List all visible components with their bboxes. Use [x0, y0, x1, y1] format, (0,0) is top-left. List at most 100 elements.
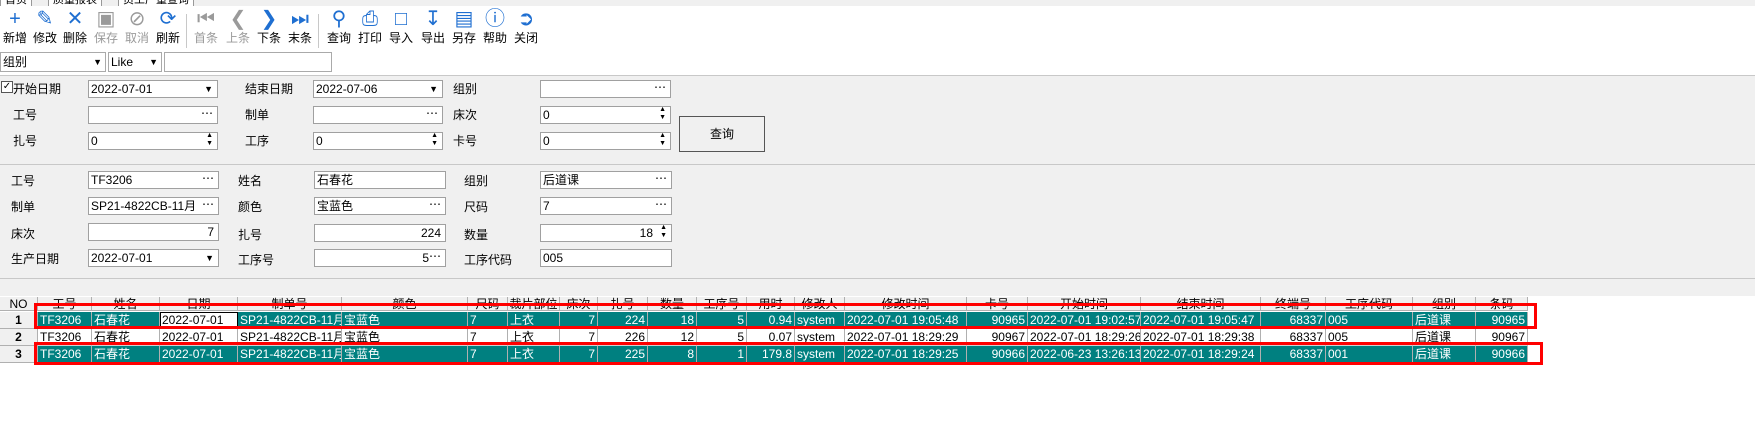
highlight-box: [34, 342, 1543, 365]
detail-size-label: 尺码: [464, 200, 489, 214]
ellipsis-icon[interactable]: ⋯: [429, 250, 441, 264]
export-button[interactable]: ↧ 导出: [418, 8, 448, 50]
ellipsis-icon[interactable]: ⋯: [202, 198, 214, 212]
first-record-icon: ⏮: [197, 8, 215, 30]
chevron-down-icon: ▼: [93, 57, 102, 67]
export-icon: ↧: [424, 8, 442, 30]
save-as-icon: ▤: [454, 8, 474, 30]
filter-operator-select[interactable]: Like ▼: [108, 52, 162, 72]
column-header[interactable]: NO: [0, 297, 38, 311]
detail-date-picker[interactable]: 2022-07-01 ▼: [88, 249, 219, 267]
save-button[interactable]: ▣ 保存: [91, 8, 121, 50]
spin-arrows-icon[interactable]: ▲ ▼: [659, 133, 666, 148]
process-stepper[interactable]: 0 ▲ ▼: [313, 132, 443, 150]
start-date-picker[interactable]: 2022-07-01 ▼: [88, 80, 218, 98]
detail-process-code-label: 工序代码: [464, 253, 513, 267]
ellipsis-icon[interactable]: ⋯: [655, 198, 667, 212]
print-icon: ⎙: [362, 8, 378, 30]
detail-group-lookup[interactable]: 后道课 ⋯: [540, 171, 672, 189]
toolbar-separator: [318, 14, 319, 48]
query-button[interactable]: 查询: [679, 116, 765, 152]
ellipsis-icon[interactable]: ⋯: [201, 107, 213, 121]
next-record-button[interactable]: ❯ 下条: [254, 8, 284, 50]
last-record-button[interactable]: ⏭ 末条: [285, 8, 315, 50]
detail-qty-label: 数量: [464, 228, 489, 242]
bundle-stepper[interactable]: 0 ▲ ▼: [88, 132, 218, 150]
data-grid[interactable]: NO 工号 姓名 日期 制单号 颜色 尺码 裁片部位 床次 扎号 数量 工序号 用时 修改人 修改时间 卡号开…: [0, 297, 1755, 433]
ellipsis-icon[interactable]: ⋯: [655, 172, 667, 186]
card-stepper[interactable]: 0 ▲ ▼: [540, 132, 671, 150]
edit-icon: ✎: [36, 8, 54, 30]
row-number[interactable]: 3: [0, 346, 38, 363]
cancel-button[interactable]: ⊘ 取消: [122, 8, 152, 50]
detail-process-no-lookup[interactable]: 5 ⋯: [314, 249, 446, 267]
toolbar-separator: [186, 14, 187, 48]
edit-button[interactable]: ✎ 修改: [30, 8, 60, 50]
end-date-label: 结束日期: [245, 82, 294, 96]
group-lookup[interactable]: ⋯: [540, 80, 671, 98]
ellipsis-icon[interactable]: ⋯: [429, 198, 441, 212]
chevron-down-icon: ▼: [205, 253, 214, 263]
worker-label: 工号: [13, 108, 38, 122]
detail-order-lookup[interactable]: SP21-4822CB-11月 ⋯: [88, 197, 219, 215]
close-icon: ➲: [517, 8, 535, 30]
start-date-checkbox[interactable]: ✓: [1, 81, 13, 93]
refresh-icon: ⟳: [159, 8, 177, 30]
print-button[interactable]: ⎙ 打印: [355, 8, 385, 50]
last-record-icon: ⏭: [291, 8, 309, 30]
end-date-picker[interactable]: 2022-07-06 ▼: [313, 80, 443, 98]
spin-arrows-icon[interactable]: ▲ ▼: [206, 133, 213, 148]
ellipsis-icon[interactable]: ⋯: [426, 107, 438, 121]
bed-stepper[interactable]: 0 ▲ ▼: [540, 106, 671, 124]
order-lookup[interactable]: ⋯: [313, 106, 443, 124]
detail-bundle-field[interactable]: 224: [314, 224, 446, 242]
help-button[interactable]: ⓘ 帮助: [480, 8, 510, 50]
detail-color-label: 颜色: [238, 200, 263, 214]
search-button[interactable]: ⚲ 查询: [324, 8, 354, 50]
detail-color-lookup[interactable]: 宝蓝色 ⋯: [314, 197, 446, 215]
detail-size-lookup[interactable]: 7 ⋯: [540, 197, 672, 215]
first-record-button[interactable]: ⏮ 首条: [191, 8, 221, 50]
detail-name-label: 姓名: [238, 174, 263, 188]
save-as-button[interactable]: ▤ 另存: [449, 8, 479, 50]
detail-qty-stepper[interactable]: 18 ▲ ▼: [540, 224, 672, 242]
spin-arrows-icon[interactable]: ▲ ▼: [431, 133, 438, 148]
spin-arrows-icon[interactable]: ▲ ▼: [660, 225, 667, 240]
detail-worker-lookup[interactable]: TF3206 ⋯: [88, 171, 219, 189]
close-button[interactable]: ➲ 关闭: [511, 8, 541, 50]
worker-lookup[interactable]: ⋯: [88, 106, 218, 124]
ellipsis-icon[interactable]: ⋯: [654, 81, 666, 95]
chevron-down-icon: ▼: [149, 57, 158, 67]
card-label: 卡号: [453, 134, 478, 148]
filter-field-select[interactable]: 组别 ▼: [0, 52, 106, 72]
filter-value-input[interactable]: [164, 52, 332, 72]
detail-bed-field[interactable]: 7: [88, 223, 219, 241]
spin-arrows-icon[interactable]: ▲ ▼: [659, 107, 666, 122]
detail-worker-label: 工号: [11, 174, 36, 188]
highlight-box: [34, 303, 1537, 329]
detail-name-field[interactable]: 石春花: [314, 171, 446, 189]
row-number[interactable]: 1: [0, 312, 38, 329]
bed-label: 床次: [453, 108, 478, 122]
chevron-down-icon: ▼: [429, 84, 438, 94]
detail-date-label: 生产日期: [11, 252, 60, 266]
detail-process-no-label: 工序号: [238, 253, 275, 267]
save-icon: ▣: [96, 8, 116, 30]
search-icon: ⚲: [331, 8, 347, 30]
detail-bed-label: 床次: [11, 227, 36, 241]
add-button[interactable]: + 新增: [0, 8, 30, 50]
detail-process-code-field[interactable]: 005: [540, 249, 672, 267]
toolbar: + 新增 ✎ 修改 ✕ 删除 ▣ 保存 ⊘ 取消 ⟳ 刷新 ⏮ 首条 ❮ 上条 ❯ 下条 ⏭ 末条 …: [0, 6, 1755, 50]
prev-record-button[interactable]: ❮ 上条: [223, 8, 253, 50]
ellipsis-icon[interactable]: ⋯: [202, 172, 214, 186]
delete-button[interactable]: ✕ 删除: [60, 8, 90, 50]
refresh-button[interactable]: ⟳ 刷新: [153, 8, 183, 50]
detail-group-label: 组别: [464, 174, 489, 188]
divider: [0, 75, 1755, 76]
detail-order-label: 制单: [11, 200, 36, 214]
order-label: 制单: [245, 108, 270, 122]
start-date-label: 开始日期: [13, 82, 62, 96]
help-icon: ⓘ: [485, 8, 505, 30]
row-number[interactable]: 2: [0, 329, 38, 346]
import-button[interactable]: □ 导入: [386, 8, 416, 50]
